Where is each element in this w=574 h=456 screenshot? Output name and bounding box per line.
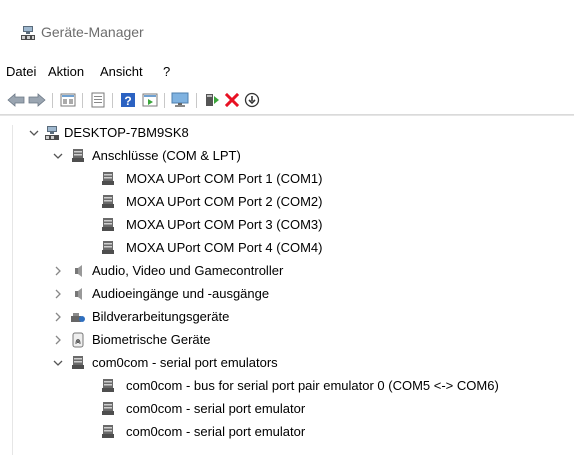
tree-root[interactable]: DESKTOP-7BM9SK8 bbox=[28, 122, 568, 144]
tree-category-label: Biometrische Geräte bbox=[92, 332, 211, 347]
monitor-icon[interactable] bbox=[170, 91, 190, 109]
toolbar-separator bbox=[164, 93, 165, 108]
menu-ansicht[interactable]: Ansicht bbox=[96, 60, 147, 84]
menu-bar: Datei Aktion Ansicht ? bbox=[0, 60, 574, 84]
tree-device[interactable]: MOXA UPort COM Port 2 (COM2) bbox=[100, 191, 560, 213]
tree-category-label: Anschlüsse (COM & LPT) bbox=[92, 148, 241, 163]
toolbar-separator bbox=[112, 93, 113, 108]
speaker-icon bbox=[75, 288, 82, 300]
port-icon bbox=[102, 425, 114, 438]
chevron-right-icon[interactable] bbox=[52, 329, 64, 351]
device-tree: DESKTOP-7BM9SK8 Anschlüsse (COM & LPT) M… bbox=[0, 115, 574, 456]
port-icon bbox=[72, 149, 84, 162]
svg-text:?: ? bbox=[124, 94, 131, 108]
computer-icon bbox=[45, 126, 59, 140]
toolbar-separator bbox=[196, 93, 197, 108]
toolbar-separator bbox=[82, 93, 83, 108]
port-icon bbox=[102, 172, 114, 185]
port-icon bbox=[102, 241, 114, 254]
chevron-down-icon[interactable] bbox=[28, 122, 40, 144]
properties-icon[interactable] bbox=[58, 91, 78, 109]
tree-device[interactable]: MOXA UPort COM Port 4 (COM4) bbox=[100, 237, 560, 259]
port-icon bbox=[102, 218, 114, 231]
tree-root-label: DESKTOP-7BM9SK8 bbox=[64, 125, 189, 140]
chevron-right-icon[interactable] bbox=[52, 283, 64, 305]
tree-device[interactable]: com0com - serial port emulator bbox=[100, 398, 560, 420]
chevron-down-icon[interactable] bbox=[52, 352, 64, 374]
toolbar: ? bbox=[0, 86, 574, 115]
update-list-icon[interactable] bbox=[88, 91, 108, 109]
back-icon[interactable] bbox=[6, 91, 26, 109]
chevron-right-icon[interactable] bbox=[52, 260, 64, 282]
uninstall-icon[interactable] bbox=[222, 91, 242, 109]
tree-category-label: Audio, Video und Gamecontroller bbox=[92, 263, 284, 278]
tree-category-label: Bildverarbeitungsgeräte bbox=[92, 309, 230, 324]
tree-device-label: MOXA UPort COM Port 1 (COM1) bbox=[126, 171, 323, 186]
menu-datei[interactable]: Datei bbox=[2, 60, 40, 84]
tree-category-label: Audioeingänge und -ausgänge bbox=[92, 286, 270, 301]
speaker-icon bbox=[75, 265, 82, 277]
menu-aktion[interactable]: Aktion bbox=[44, 60, 88, 84]
port-icon bbox=[102, 402, 114, 415]
tree-device-label: MOXA UPort COM Port 2 (COM2) bbox=[126, 194, 323, 209]
chevron-down-icon[interactable] bbox=[52, 145, 64, 167]
chevron-right-icon[interactable] bbox=[52, 306, 64, 328]
tree-category-audio-video[interactable]: Audio, Video und Gamecontroller bbox=[52, 260, 552, 282]
port-icon bbox=[102, 195, 114, 208]
tree-device[interactable]: com0com - serial port emulator bbox=[100, 421, 560, 443]
tree-device[interactable]: MOXA UPort COM Port 1 (COM1) bbox=[100, 168, 560, 190]
tree-category-audio-io[interactable]: Audioeingänge und -ausgänge bbox=[52, 283, 552, 305]
tree-device-label: MOXA UPort COM Port 3 (COM3) bbox=[126, 217, 323, 232]
show-hidden-icon[interactable] bbox=[140, 91, 160, 109]
device-manager-icon bbox=[21, 26, 35, 40]
forward-icon[interactable] bbox=[27, 91, 47, 109]
tree-category-com0com[interactable]: com0com - serial port emulators bbox=[52, 352, 552, 374]
tree-device[interactable]: MOXA UPort COM Port 3 (COM3) bbox=[100, 214, 560, 236]
port-icon bbox=[102, 379, 114, 392]
camera-icon bbox=[71, 313, 85, 322]
tree-category-ports[interactable]: Anschlüsse (COM & LPT) bbox=[52, 145, 552, 167]
tree-device-label: MOXA UPort COM Port 4 (COM4) bbox=[126, 240, 323, 255]
toolbar-separator bbox=[52, 93, 53, 108]
download-icon[interactable] bbox=[242, 91, 262, 109]
tree-device-label: com0com - serial port emulator bbox=[126, 424, 306, 439]
title-bar: Geräte-Manager bbox=[0, 0, 574, 60]
tree-category-biometric[interactable]: Biometrische Geräte bbox=[52, 329, 552, 351]
fingerprint-icon bbox=[72, 332, 84, 348]
tree-device-label: com0com - bus for serial port pair emula… bbox=[126, 378, 499, 393]
tree-category-label: com0com - serial port emulators bbox=[92, 355, 278, 370]
port-icon bbox=[72, 356, 84, 369]
tree-device-label: com0com - serial port emulator bbox=[126, 401, 306, 416]
tree-category-imaging[interactable]: Bildverarbeitungsgeräte bbox=[52, 306, 552, 328]
add-driver-icon[interactable] bbox=[202, 91, 222, 109]
menu-help[interactable]: ? bbox=[159, 60, 174, 84]
help-icon[interactable]: ? bbox=[118, 91, 138, 109]
window-title: Geräte-Manager bbox=[41, 24, 144, 40]
tree-device[interactable]: com0com - bus for serial port pair emula… bbox=[100, 375, 574, 397]
